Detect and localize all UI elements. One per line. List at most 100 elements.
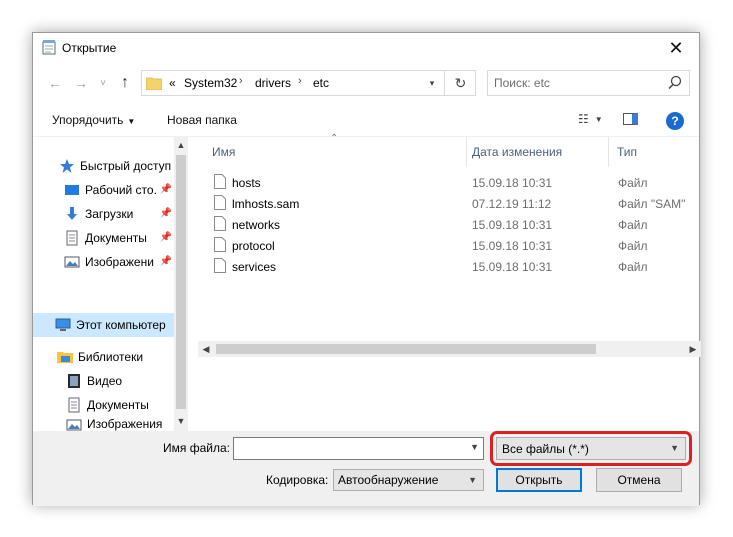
encoding-select[interactable]: Автообнаружение ▼: [333, 469, 484, 491]
scrollbar-thumb[interactable]: [216, 344, 596, 354]
toolbar: Упорядочить ▼ Новая папка ☷ ▼ ?: [33, 103, 699, 137]
sidebar-item-label: Рабочий сто.: [85, 183, 157, 197]
sidebar-item-quick-access[interactable]: Быстрый доступ: [33, 154, 174, 178]
sidebar-item-label: Загрузки: [85, 207, 134, 221]
breadcrumb-separator-icon[interactable]: ›: [298, 75, 302, 87]
file-date: 15.09.18 10:31: [472, 176, 553, 190]
sidebar-item-label: Видео: [87, 374, 123, 388]
filename-input[interactable]: [238, 441, 458, 457]
file-name: networks: [232, 218, 281, 232]
sidebar-item-label: Этот компьютер: [76, 318, 166, 332]
cancel-button-label: Отмена: [617, 473, 661, 487]
filename-combobox[interactable]: ▼: [233, 437, 484, 460]
pictures-icon: [64, 256, 80, 268]
sidebar-scrollbar[interactable]: ▲ ▼: [174, 137, 188, 431]
organize-label: Упорядочить: [52, 113, 124, 127]
back-button[interactable]: ←: [45, 73, 65, 93]
breadcrumb-separator-icon[interactable]: ›: [239, 75, 243, 87]
breadcrumb-overflow[interactable]: «: [169, 76, 176, 90]
scroll-left-icon[interactable]: ◀: [198, 341, 214, 357]
recent-locations-button[interactable]: ˅: [93, 73, 113, 93]
file-row[interactable]: hosts 15.09.18 10:31 Файл: [210, 172, 690, 193]
scrollbar-thumb[interactable]: [176, 155, 186, 409]
search-icon: [668, 75, 682, 90]
sidebar-item-downloads[interactable]: Загрузки 📌: [33, 202, 174, 226]
search-box[interactable]: [487, 70, 690, 96]
pictures-icon: [66, 419, 82, 431]
address-bar[interactable]: « System32 › drivers › etc ▾ ↻: [141, 70, 476, 96]
pin-icon[interactable]: 📌: [160, 208, 172, 219]
file-row[interactable]: lmhosts.sam 07.12.19 11:12 Файл "SAM": [210, 193, 690, 214]
view-details-icon[interactable]: ☷: [578, 112, 589, 126]
chevron-down-icon: ▼: [670, 443, 679, 453]
column-type-label: Тип: [617, 145, 638, 159]
sidebar-item-label: Быстрый доступ: [80, 159, 172, 173]
pin-icon[interactable]: 📌: [160, 256, 172, 267]
breadcrumb-drivers[interactable]: drivers: [255, 76, 291, 90]
up-button[interactable]: ↑: [115, 73, 135, 93]
column-header-name[interactable]: Имя: [212, 137, 235, 167]
preview-pane-icon[interactable]: [622, 113, 638, 125]
view-controls: ☷ ▼: [578, 112, 638, 126]
sidebar-item-video[interactable]: Видео: [33, 369, 174, 393]
file-row[interactable]: networks 15.09.18 10:31 Файл: [210, 214, 690, 235]
refresh-button[interactable]: ↻: [444, 71, 476, 95]
sidebar-item-documents[interactable]: Документы 📌: [33, 226, 174, 250]
search-input[interactable]: [494, 75, 654, 91]
file-type-filter-select[interactable]: Все файлы (*.*) ▼: [496, 437, 686, 460]
pin-icon[interactable]: 📌: [160, 232, 172, 243]
sidebar-item-pictures[interactable]: Изображени 📌: [33, 250, 174, 274]
forward-button[interactable]: →: [71, 73, 91, 93]
caret-down-icon[interactable]: ▼: [595, 115, 603, 124]
arrow-right-icon: →: [74, 75, 88, 91]
column-divider[interactable]: [466, 137, 467, 167]
filename-label: Имя файла:: [163, 441, 230, 455]
file-row[interactable]: services 15.09.18 10:31 Файл: [210, 256, 690, 277]
breadcrumb-system32[interactable]: System32: [184, 76, 237, 90]
help-icon[interactable]: ?: [666, 112, 684, 130]
open-file-dialog: Открытие ✕ ← → ˅ ↑ « System32 › drivers …: [32, 32, 701, 506]
sidebar-item-label: Документы: [87, 398, 149, 412]
sort-ascending-icon: ⌃: [330, 133, 339, 144]
sidebar-item-library-pictures[interactable]: Изображения: [33, 417, 174, 431]
close-button[interactable]: ✕: [653, 33, 699, 63]
column-header-type[interactable]: Тип: [617, 137, 637, 167]
column-header-date[interactable]: Дата изменения: [472, 137, 562, 167]
sidebar-item-library-documents[interactable]: Документы: [33, 393, 174, 417]
horizontal-scrollbar[interactable]: ◀ ▶: [198, 341, 701, 357]
file-row[interactable]: protocol 15.09.18 10:31 Файл: [210, 235, 690, 256]
sidebar-item-this-pc[interactable]: Этот компьютер: [33, 313, 174, 337]
caret-down-icon: ▼: [127, 117, 136, 126]
file-type: Файл: [618, 239, 648, 253]
navigation-bar: ← → ˅ ↑ « System32 › drivers › etc ▾ ↻: [33, 63, 699, 103]
breadcrumb-etc[interactable]: etc: [313, 76, 329, 90]
new-folder-button[interactable]: Новая папка: [167, 113, 237, 127]
file-icon: [214, 174, 226, 189]
sidebar-item-libraries[interactable]: Библиотеки: [33, 345, 174, 369]
document-icon: [66, 230, 78, 246]
sidebar-item-desktop[interactable]: Рабочий сто. 📌: [33, 178, 174, 202]
chevron-down-icon: ˅: [100, 77, 106, 89]
pin-icon[interactable]: 📌: [160, 184, 172, 195]
scroll-down-icon[interactable]: ▼: [174, 413, 188, 429]
address-dropdown-button[interactable]: ▾: [423, 74, 441, 92]
organize-button[interactable]: Упорядочить ▼: [52, 113, 135, 127]
scroll-up-icon[interactable]: ▲: [174, 137, 188, 153]
refresh-icon: ↻: [454, 74, 467, 91]
navigation-pane: Быстрый доступ Рабочий сто. 📌 Загрузки 📌…: [33, 137, 188, 431]
new-folder-label: Новая папка: [167, 113, 237, 127]
file-type: Файл: [618, 218, 648, 232]
encoding-value: Автообнаружение: [338, 473, 439, 487]
arrow-left-icon: ←: [48, 75, 62, 91]
cancel-button[interactable]: Отмена: [596, 468, 682, 492]
chevron-down-icon: ▼: [468, 475, 477, 485]
file-name: protocol: [232, 239, 275, 253]
column-divider[interactable]: [608, 137, 609, 167]
browser-area: Быстрый доступ Рабочий сто. 📌 Загрузки 📌…: [33, 133, 699, 431]
file-date: 15.09.18 10:31: [472, 239, 553, 253]
open-button[interactable]: Открыть: [496, 468, 582, 492]
file-icon: [214, 195, 226, 210]
chevron-down-icon[interactable]: ▼: [470, 442, 479, 452]
sidebar-item-label: Изображения: [87, 417, 163, 431]
scroll-right-icon[interactable]: ▶: [685, 341, 701, 357]
